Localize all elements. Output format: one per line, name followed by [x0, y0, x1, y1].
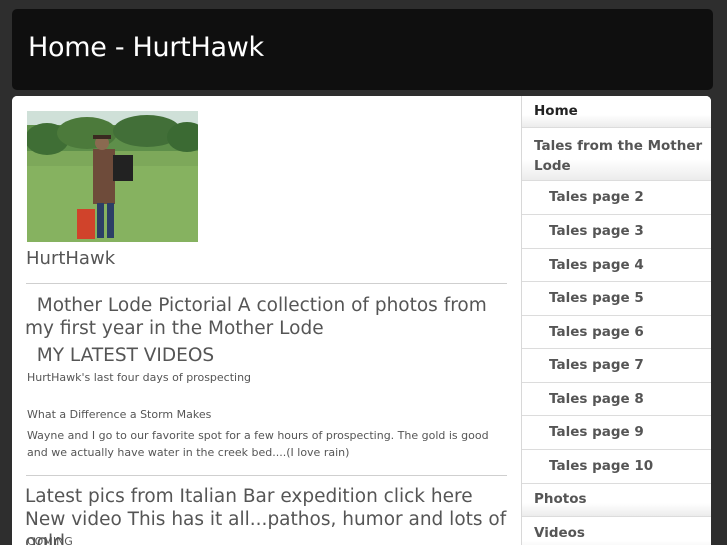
prospector-photo — [27, 111, 198, 242]
nav-label: Tales from the Mother Lode — [534, 138, 703, 174]
nav-label: Tales page 8 — [549, 391, 644, 407]
nav-item-photos[interactable]: Photos — [522, 484, 711, 517]
nav-label: Tales page 3 — [549, 223, 644, 239]
nav-item-videos[interactable]: Videos — [522, 517, 711, 545]
nav-label: Tales page 4 — [549, 257, 644, 273]
main-panel: HurtHawk Mother Lode Pictorial A collect… — [12, 96, 711, 545]
nav-item-home[interactable]: Home — [522, 96, 711, 128]
coming-text: COMING — [27, 535, 73, 545]
video-link-prospecting[interactable]: HurtHawk's last four days of prospecting — [27, 370, 497, 387]
nav-item-tales-page-7[interactable]: Tales page 7 — [522, 349, 711, 383]
nav-label: Home — [534, 103, 578, 119]
content-area: HurtHawk Mother Lode Pictorial A collect… — [12, 96, 521, 545]
nav-label: Tales page 5 — [549, 290, 644, 306]
divider — [26, 475, 507, 476]
nav-item-tales-page-4[interactable]: Tales page 4 — [522, 249, 711, 282]
divider — [26, 283, 507, 284]
site-header: Home - HurtHawk — [12, 9, 713, 90]
page-title: Home - HurtHawk — [28, 32, 264, 63]
nav-item-tales-page-3[interactable]: Tales page 3 — [522, 215, 711, 249]
nav-label: Tales page 6 — [549, 324, 644, 340]
nav-item-tales-page-9[interactable]: Tales page 9 — [522, 416, 711, 450]
nav-label: Photos — [534, 491, 587, 507]
nav-label: Tales page 10 — [549, 458, 654, 474]
nav-label: Tales page 7 — [549, 357, 644, 373]
nav-item-tales-page-8[interactable]: Tales page 8 — [522, 383, 711, 416]
site-name: HurtHawk — [26, 248, 116, 269]
pictorial-link[interactable]: Mother Lode Pictorial A collection of ph… — [25, 294, 515, 340]
video-link-storm[interactable]: What a Difference a Storm Makes — [27, 407, 497, 424]
video-description: Wayne and I go to our favorite spot for … — [27, 429, 489, 459]
nav-label: Videos — [534, 525, 585, 541]
nav-item-tales-page-5[interactable]: Tales page 5 — [522, 282, 711, 316]
nav-item-tales-page-6[interactable]: Tales page 6 — [522, 316, 711, 349]
nav-item-tales-page-2[interactable]: Tales page 2 — [522, 181, 711, 215]
nav-label: Tales page 2 — [549, 189, 644, 205]
videos-heading: MY LATEST VIDEOS — [25, 345, 215, 366]
nav-label: Tales page 9 — [549, 424, 644, 440]
sidebar-nav: Home Tales from the Mother Lode Tales pa… — [521, 96, 711, 545]
nav-item-tales-page-10[interactable]: Tales page 10 — [522, 450, 711, 484]
nav-item-tales[interactable]: Tales from the Mother Lode — [522, 128, 711, 181]
